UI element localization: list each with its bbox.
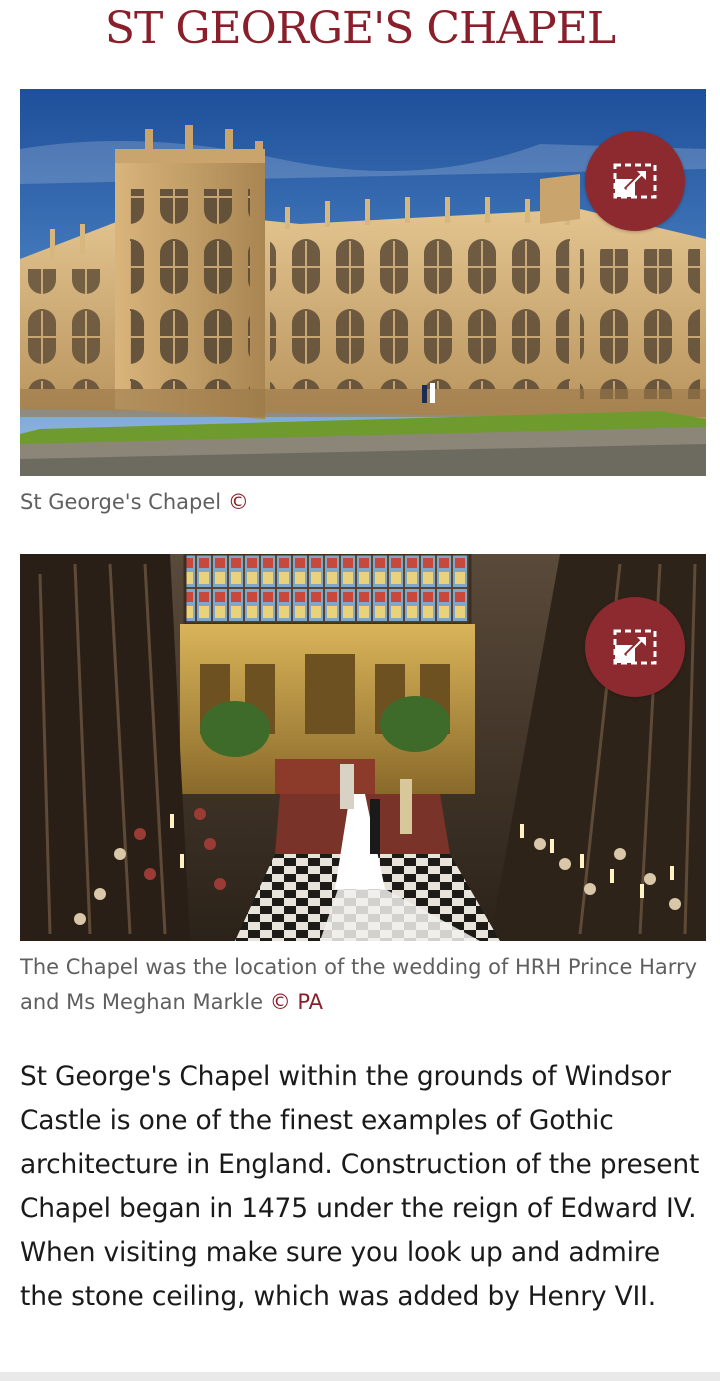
page-title: ST GEORGE'S CHAPEL (104, 3, 616, 54)
photo-credit: © (227, 490, 249, 514)
caption-text: The Chapel was the location of the weddi… (20, 955, 698, 1014)
expand-icon (613, 629, 657, 665)
photo-credit: © PA (269, 990, 324, 1014)
figure-caption: St George's Chapel © (20, 485, 706, 520)
bottom-divider (0, 1372, 720, 1381)
expand-icon (613, 163, 657, 199)
expand-image-button[interactable] (585, 131, 685, 231)
expand-image-button[interactable] (585, 597, 685, 697)
caption-text: St George's Chapel (20, 490, 222, 514)
figure-caption: The Chapel was the location of the weddi… (20, 950, 706, 1020)
article-paragraph: St George's Chapel within the grounds of… (20, 1061, 700, 1312)
